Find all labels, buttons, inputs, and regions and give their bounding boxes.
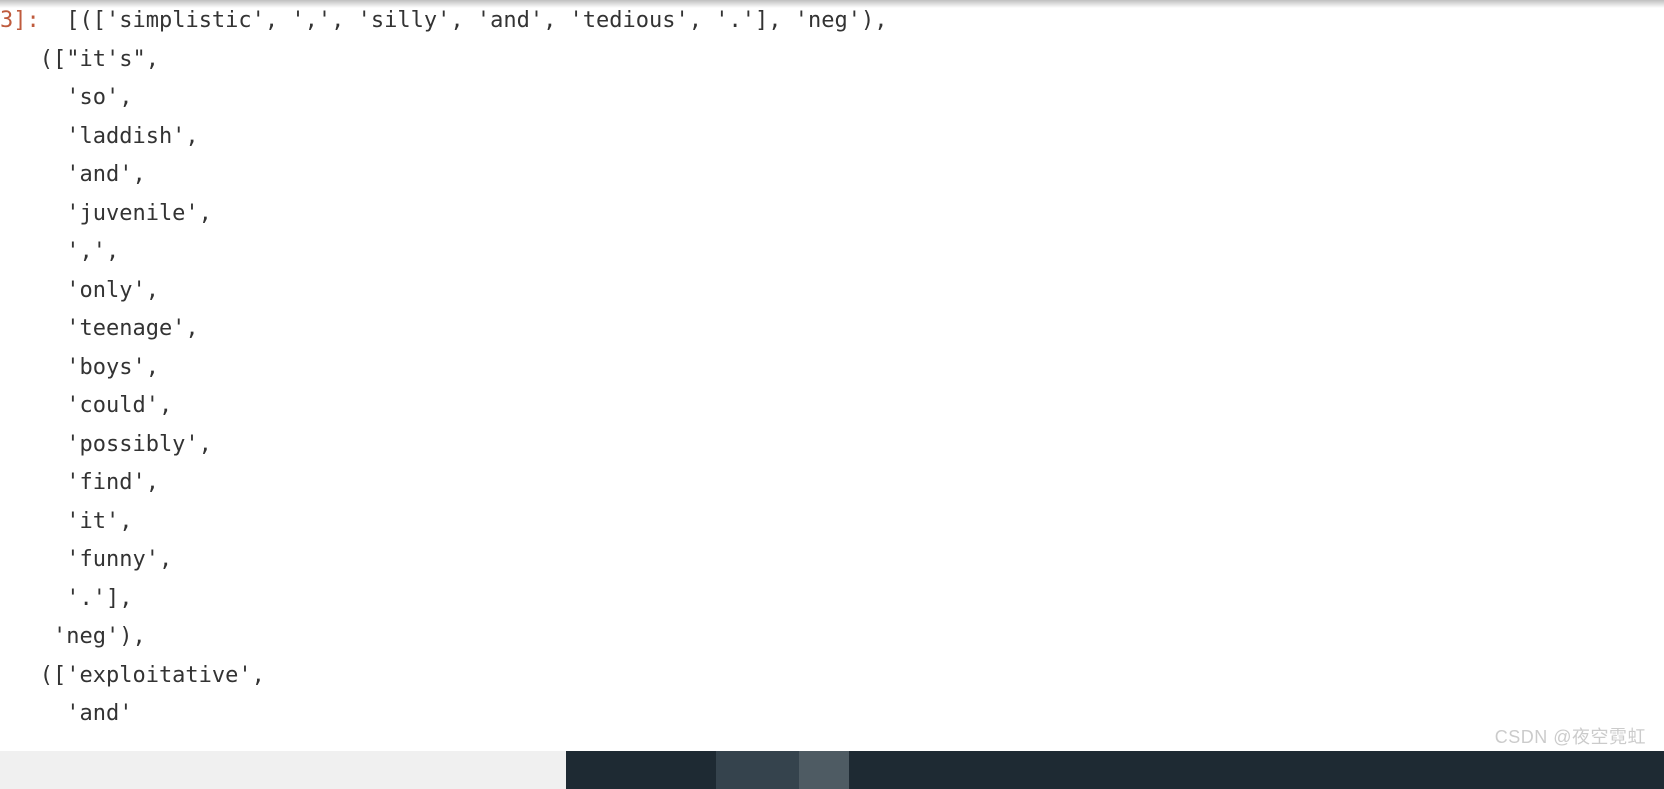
status-bar xyxy=(0,751,1664,789)
output-line-6: ',', xyxy=(0,239,119,264)
output-line-16: 'neg'), xyxy=(0,624,146,649)
statusbar-segment-dark2 xyxy=(849,751,1664,789)
watermark-text: CSDN @夜空霓虹 xyxy=(1495,723,1646,749)
statusbar-segment-scroll-thumb[interactable] xyxy=(799,751,849,789)
output-line-17: (['exploitative', xyxy=(0,663,265,688)
output-line-5: 'juvenile', xyxy=(0,201,212,226)
statusbar-segment-scroll-track[interactable] xyxy=(716,751,799,789)
output-line-18: 'and' xyxy=(0,701,132,726)
output-line-13: 'it', xyxy=(0,509,132,534)
notebook-output[interactable]: 3]: [(['simplistic', ',', 'silly', 'and'… xyxy=(0,0,1664,751)
output-line-0: [(['simplistic', ',', 'silly', 'and', 't… xyxy=(40,8,888,33)
window-top-shadow xyxy=(0,0,1664,8)
output-line-3: 'laddish', xyxy=(0,124,199,149)
output-line-7: 'only', xyxy=(0,278,159,303)
output-prompt-prefix: 3]: xyxy=(0,8,40,33)
output-line-1: (["it's", xyxy=(0,47,159,72)
output-line-10: 'could', xyxy=(0,393,172,418)
output-line-11: 'possibly', xyxy=(0,432,212,457)
output-line-9: 'boys', xyxy=(0,355,159,380)
output-line-2: 'so', xyxy=(0,85,132,110)
statusbar-segment-dark1 xyxy=(566,751,716,789)
output-line-12: 'find', xyxy=(0,470,159,495)
output-line-4: 'and', xyxy=(0,162,146,187)
output-line-14: 'funny', xyxy=(0,547,172,572)
statusbar-segment-light xyxy=(0,751,566,789)
output-line-8: 'teenage', xyxy=(0,316,199,341)
output-line-15: '.'], xyxy=(0,586,132,611)
